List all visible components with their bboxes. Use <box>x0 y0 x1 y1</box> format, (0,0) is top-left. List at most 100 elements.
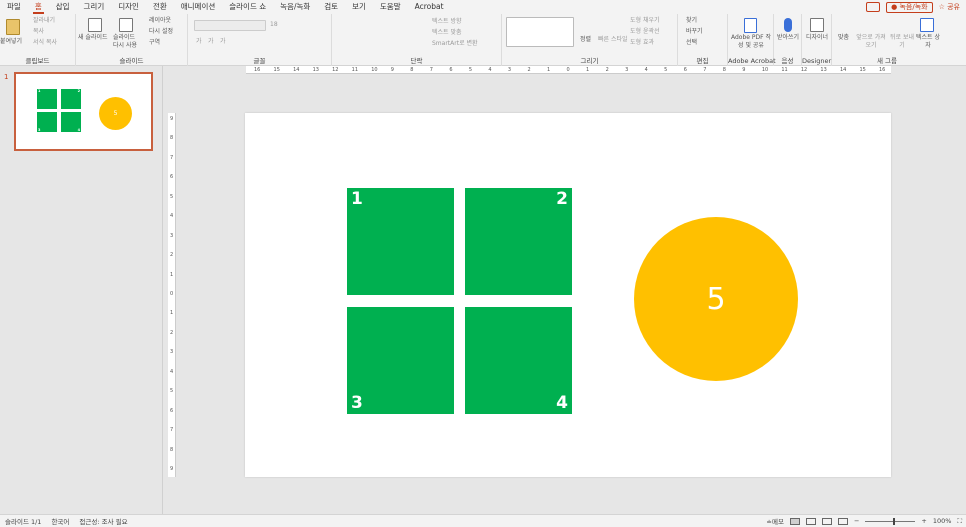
acrobat-pdf-icon[interactable] <box>744 18 757 33</box>
normal-view-icon[interactable] <box>789 517 800 525</box>
ruler-tick-label: 6 <box>170 174 174 181</box>
underline-button[interactable]: 가 <box>220 38 226 46</box>
ruler-tick-label: 3 <box>625 67 629 73</box>
slides-group-label: 슬라이드 <box>119 57 144 65</box>
menu-tab[interactable]: 검토 <box>317 0 345 14</box>
notes-button[interactable]: ≐메모 <box>767 516 784 526</box>
menu-tab[interactable]: 홈 <box>28 0 49 14</box>
shapes-gallery[interactable] <box>506 17 574 47</box>
zoom-level[interactable]: 100% <box>933 517 952 525</box>
menu-tab[interactable]: 전환 <box>146 0 174 14</box>
ruler-tick-label: 14 <box>839 67 847 73</box>
ruler-tick-label: 10 <box>761 67 769 73</box>
zoom-slider-knob[interactable] <box>893 517 896 525</box>
find-button[interactable]: 찾기 <box>686 17 697 25</box>
shape-effects-button[interactable]: 도형 효과 <box>630 39 654 47</box>
ruler-tick-label: 5 <box>664 67 668 73</box>
thumb-square-2: 2 <box>61 89 81 109</box>
editing-group-label: 편집 <box>696 57 709 65</box>
record-button[interactable]: ● 녹음/녹화 <box>886 1 933 13</box>
square-label: 3 <box>351 393 363 413</box>
comments-icon[interactable] <box>866 2 881 12</box>
square-label: 4 <box>556 393 568 413</box>
ruler-tick-label: 10 <box>371 67 378 73</box>
select-button[interactable]: 선택 <box>686 39 697 47</box>
text-box-button[interactable]: 텍스트 상자 <box>916 34 940 50</box>
green-square-3[interactable]: 3 <box>347 307 454 414</box>
quick-styles-button[interactable]: 빠른 스타일 <box>598 36 628 44</box>
convert-smartart-button[interactable]: SmartArt로 변환 <box>432 40 478 48</box>
slide-sorter-icon[interactable] <box>805 517 816 525</box>
reuse-slides-button[interactable]: 슬라이드 다시 사용 <box>113 34 139 50</box>
menu-tab[interactable]: Acrobat <box>408 0 451 14</box>
language-indicator[interactable]: 한국어 <box>46 516 74 526</box>
paste-icon[interactable] <box>6 19 20 35</box>
font-size-dropdown[interactable]: 18 <box>270 21 278 29</box>
zoom-slider[interactable] <box>865 517 916 525</box>
menu-tab[interactable]: 도움말 <box>373 0 408 14</box>
shape-outline-button[interactable]: 도형 윤곽선 <box>630 28 660 36</box>
copy-button[interactable]: 복사 <box>33 28 44 36</box>
reuse-slides-icon[interactable] <box>119 18 133 32</box>
thumb-square-label: 1 <box>38 89 41 93</box>
send-backward-button[interactable]: 뒤로 보내기 <box>890 34 914 50</box>
reading-view-icon[interactable] <box>821 517 832 525</box>
ruler-tick-label: 8 <box>722 67 726 73</box>
text-box-icon[interactable] <box>920 18 934 32</box>
layout-button[interactable]: 레이아웃 <box>149 17 171 25</box>
ruler-tick-label: 0 <box>170 291 174 297</box>
reset-button[interactable]: 다시 설정 <box>149 28 173 36</box>
fit-to-window-icon[interactable]: ⛶ <box>957 517 962 526</box>
zoom-out-icon[interactable]: − <box>854 517 859 525</box>
zoom-in-icon[interactable]: + <box>921 517 926 525</box>
bring-forward-button[interactable]: 앞으로 가져오기 <box>856 34 886 50</box>
designer-icon[interactable] <box>810 18 824 32</box>
menu-tab[interactable]: 그리기 <box>77 0 112 14</box>
microphone-icon[interactable] <box>784 18 792 32</box>
designer-button[interactable]: 디자이너 <box>804 34 830 42</box>
create-pdf-button[interactable]: Adobe PDF 작성 및 공유 <box>730 34 772 50</box>
new-group: 맞춤 앞으로 가져오기 뒤로 보내기 텍스트 상자 새 그룹 <box>832 14 942 66</box>
section-button[interactable]: 구역 <box>149 39 160 47</box>
align-text-button[interactable]: 텍스트 맞춤 <box>432 29 462 37</box>
ruler-tick-label: 5 <box>170 193 174 200</box>
ruler-tick-label: 5 <box>170 388 174 395</box>
align-button[interactable]: 맞춤 <box>838 34 849 42</box>
slide-thumbnail[interactable]: 1 2 3 4 5 <box>14 72 153 151</box>
italic-button[interactable]: 가 <box>208 38 214 46</box>
cut-button[interactable]: 잘라내기 <box>33 17 55 25</box>
format-painter-button[interactable]: 서식 복사 <box>33 39 57 47</box>
green-square-2[interactable]: 2 <box>465 188 572 295</box>
green-square-1[interactable]: 1 <box>347 188 454 295</box>
menu-tab[interactable]: 슬라이드 쇼 <box>222 0 273 14</box>
arrange-button[interactable]: 정렬 <box>580 36 591 44</box>
menu-tab[interactable]: 디자인 <box>111 0 146 14</box>
ruler-tick-label: 6 <box>449 67 453 73</box>
menu-tab[interactable]: 파일 <box>0 0 28 14</box>
ruler-tick-label: 1 <box>170 310 174 317</box>
thumb-square-1: 1 <box>37 89 57 109</box>
new-slide-button[interactable]: 새 슬라이드 <box>78 34 108 42</box>
menu-tab[interactable]: 애니메이션 <box>174 0 223 14</box>
menu-tab[interactable]: 삽입 <box>49 0 77 14</box>
slide-number: 1 <box>4 73 9 81</box>
ruler-tick-label: 2 <box>527 67 531 73</box>
slideshow-icon[interactable] <box>837 517 848 525</box>
shape-fill-button[interactable]: 도형 채우기 <box>630 17 660 25</box>
share-button[interactable]: ☆ 공유 <box>939 2 960 12</box>
dictate-button[interactable]: 받아쓰기 <box>776 34 800 42</box>
replace-button[interactable]: 바꾸기 <box>686 28 703 36</box>
slide-canvas[interactable]: 1 2 3 4 5 <box>245 113 891 477</box>
yellow-circle[interactable]: 5 <box>634 217 798 381</box>
paste-button[interactable]: 붙여넣기 <box>0 38 22 46</box>
text-direction-button[interactable]: 텍스트 방향 <box>432 18 462 26</box>
thumb-square-3: 3 <box>37 112 57 132</box>
slide-count: 슬라이드 1/1 <box>5 518 42 526</box>
font-name-dropdown[interactable] <box>194 20 266 31</box>
menu-tab[interactable]: 녹음/녹화 <box>273 0 317 14</box>
accessibility-status[interactable]: 접근성: 조사 필요 <box>74 516 132 526</box>
green-square-4[interactable]: 4 <box>465 307 572 414</box>
menu-tab[interactable]: 보기 <box>345 0 373 14</box>
new-slide-icon[interactable] <box>88 18 102 32</box>
bold-button[interactable]: 가 <box>196 38 202 46</box>
